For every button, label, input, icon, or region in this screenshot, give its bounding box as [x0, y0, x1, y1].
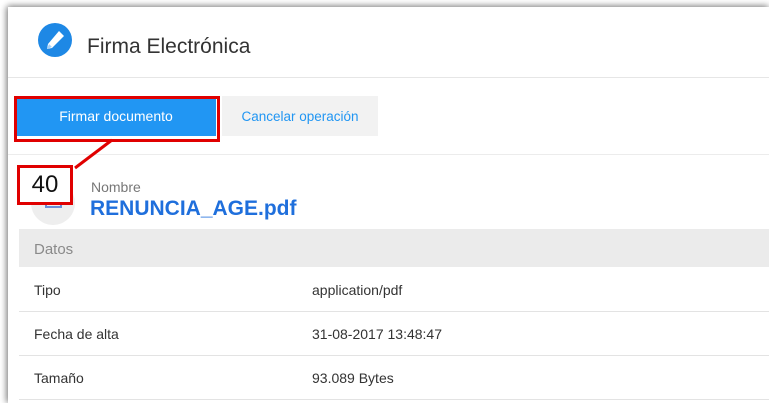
sign-document-button[interactable]: Firmar documento: [16, 96, 216, 136]
row-value: application/pdf: [312, 282, 403, 298]
table-row: Tamaño 93.089 Bytes: [19, 356, 769, 400]
step-number-badge: 40: [17, 165, 73, 205]
signature-panel: Firma Electrónica Firmar documento Cance…: [8, 7, 769, 403]
action-toolbar: Firmar documento Cancelar operación: [8, 78, 769, 154]
section-title: Datos: [34, 241, 74, 258]
row-value: 31-08-2017 13:48:47: [312, 326, 442, 342]
row-label: Tipo: [34, 282, 61, 298]
file-name-label: Nombre: [91, 179, 141, 195]
section-header-datos: Datos: [19, 229, 769, 267]
table-row: Fecha de alta 31-08-2017 13:48:47: [19, 312, 769, 356]
page-title: Firma Electrónica: [87, 35, 251, 58]
panel-header: Firma Electrónica: [8, 7, 769, 78]
file-name[interactable]: RENUNCIA_AGE.pdf: [90, 197, 297, 221]
row-value: 93.089 Bytes: [312, 370, 394, 386]
cancel-operation-button[interactable]: Cancelar operación: [222, 96, 378, 136]
file-info: Nombre RENUNCIA_AGE.pdf: [8, 154, 769, 237]
row-label: Fecha de alta: [34, 326, 119, 342]
row-label: Tamaño: [34, 370, 84, 386]
table-row: Tipo application/pdf: [19, 268, 769, 312]
pen-icon: [38, 23, 72, 57]
